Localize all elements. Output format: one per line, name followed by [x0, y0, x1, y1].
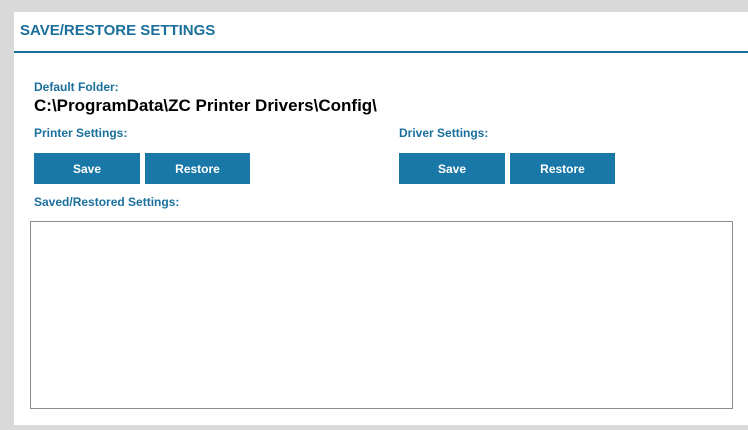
window-frame-left	[0, 0, 14, 430]
saved-restored-settings-output[interactable]	[30, 221, 733, 409]
printer-settings-label: Printer Settings:	[34, 126, 128, 140]
driver-settings-label: Driver Settings:	[399, 126, 489, 140]
default-folder-path: C:\ProgramData\ZC Printer Drivers\Config…	[34, 96, 377, 115]
panel-title: SAVE/RESTORE SETTINGS	[20, 22, 216, 39]
window-frame-top	[0, 0, 748, 12]
driver-save-button[interactable]: Save	[399, 153, 505, 184]
saved-restored-settings-label: Saved/Restored Settings:	[34, 195, 180, 209]
title-divider	[14, 51, 748, 53]
driver-restore-button[interactable]: Restore	[510, 153, 615, 184]
printer-restore-button[interactable]: Restore	[145, 153, 250, 184]
window-frame-bottom	[0, 425, 748, 430]
printer-save-button[interactable]: Save	[34, 153, 140, 184]
default-folder-label: Default Folder:	[34, 80, 119, 94]
